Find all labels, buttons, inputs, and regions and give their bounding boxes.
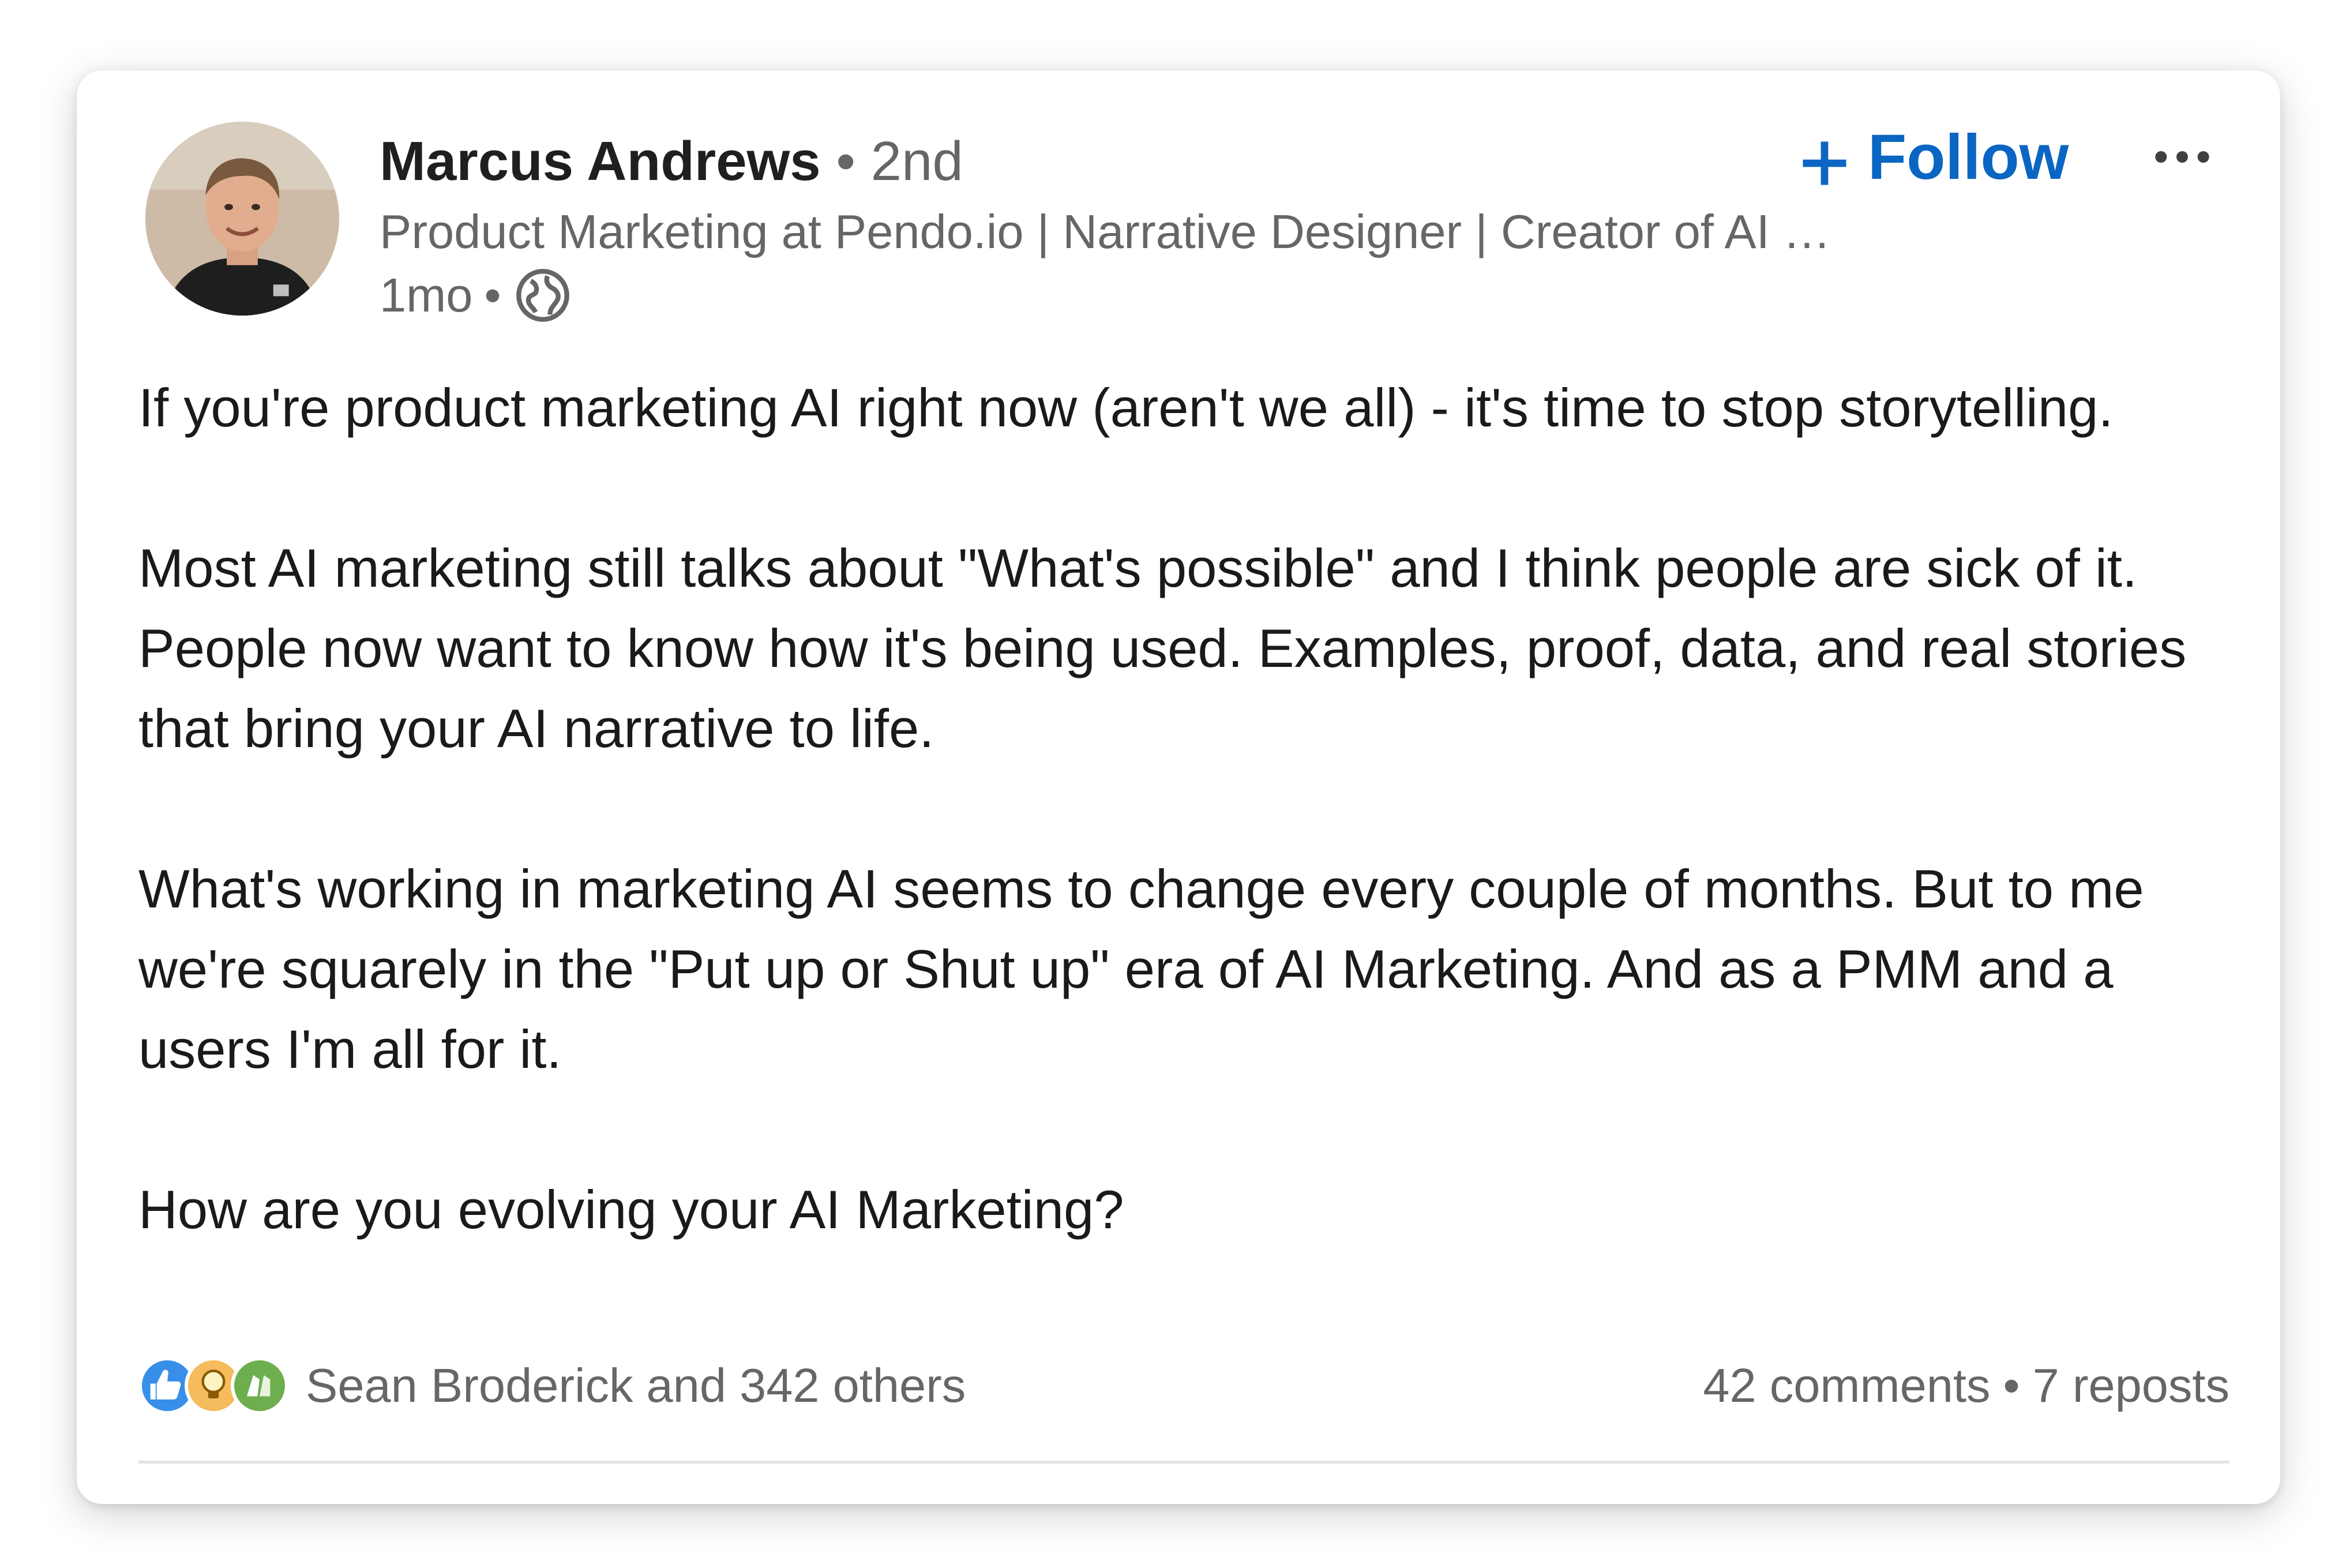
post-paragraph: How are you evolving your AI Marketing? xyxy=(138,1179,1124,1240)
post-paragraph: Most AI marketing still talks about "Wha… xyxy=(138,538,2187,759)
post-meta: 1mo • xyxy=(380,264,572,327)
post-body: If you're product marketing AI right now… xyxy=(138,367,2227,1250)
more-options-button[interactable] xyxy=(2136,117,2228,197)
counts-separator: • xyxy=(2003,1359,2020,1412)
post-card: Marcus Andrews • 2nd Product Marketing a… xyxy=(77,70,2280,1504)
plus-icon xyxy=(1799,131,1850,185)
time-separator: • xyxy=(484,268,501,322)
degree-separator: • xyxy=(836,130,855,192)
author-name[interactable]: Marcus Andrews xyxy=(380,130,821,192)
post-paragraph: What's working in marketing AI seems to … xyxy=(138,858,2144,1079)
follow-label: Follow xyxy=(1868,121,2069,193)
avatar[interactable] xyxy=(145,122,339,316)
post-time[interactable]: 1mo xyxy=(380,264,472,327)
connection-degree: 2nd xyxy=(870,130,963,192)
reactions-text: Sean Broderick and 342 others xyxy=(306,1359,966,1412)
reposts-count[interactable]: 7 reposts xyxy=(2033,1358,2229,1413)
author-line: Marcus Andrews • 2nd xyxy=(380,127,963,196)
globe-icon xyxy=(514,267,572,324)
follow-button[interactable]: Follow xyxy=(1799,111,2069,203)
social-counts-bar: Sean Broderick and 342 others 42 comment… xyxy=(138,1351,2229,1420)
engagement-counts: 42 comments • 7 reposts xyxy=(1703,1358,2229,1413)
author-headline: Product Marketing at Pendo.io | Narrativ… xyxy=(380,205,1839,258)
reactions-summary[interactable]: Sean Broderick and 342 others xyxy=(138,1357,966,1415)
reaction-icons xyxy=(138,1357,288,1415)
avatar-photo xyxy=(145,122,339,316)
divider xyxy=(138,1461,2229,1464)
celebrate-icon xyxy=(231,1357,288,1415)
more-horizontal-icon xyxy=(2155,151,2209,163)
post-paragraph: If you're product marketing AI right now… xyxy=(138,377,2114,438)
comments-count[interactable]: 42 comments xyxy=(1703,1358,1990,1413)
